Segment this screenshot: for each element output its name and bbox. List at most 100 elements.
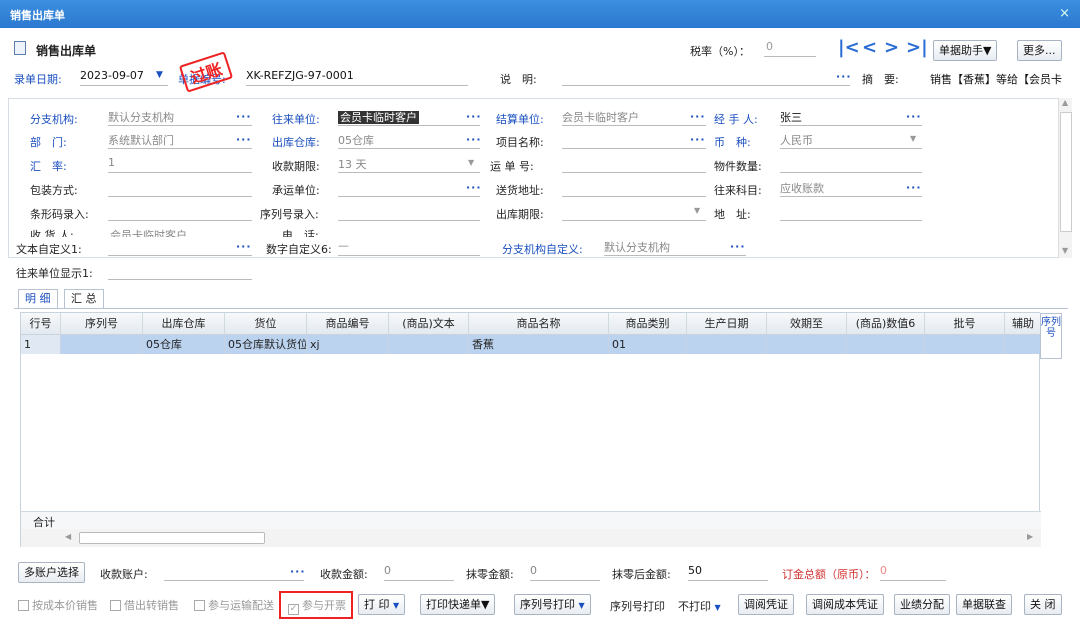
scroll-left-icon[interactable]: ◀: [65, 532, 71, 541]
checkbox-box[interactable]: [110, 600, 121, 611]
scroll-right-icon[interactable]: ▶: [1027, 532, 1033, 541]
col-header[interactable]: 货位: [225, 313, 307, 334]
address-input[interactable]: [562, 180, 706, 197]
dept-picker-icon[interactable]: ···: [236, 133, 252, 146]
col-header[interactable]: 行号: [21, 313, 61, 334]
textdef-input[interactable]: [108, 239, 252, 256]
col-header[interactable]: 效期至: [767, 313, 847, 334]
hscroll-thumb[interactable]: [79, 532, 265, 544]
settle-picker-icon[interactable]: ···: [690, 110, 706, 123]
col-header[interactable]: (商品)数值6: [847, 313, 925, 334]
close-icon[interactable]: ×: [1059, 6, 1070, 21]
col-header[interactable]: 商品类别: [609, 313, 687, 334]
prev-record-icon[interactable]: <: [862, 37, 877, 58]
perf-allocation-button[interactable]: 业绩分配: [894, 594, 950, 615]
serial-input[interactable]: [338, 204, 480, 221]
project-input[interactable]: [562, 132, 706, 149]
multi-account-button[interactable]: 多账户选择: [18, 562, 85, 583]
cost-sale-checkbox[interactable]: 按成本价销售: [18, 597, 98, 613]
scroll-up-icon[interactable]: ▲: [1062, 98, 1068, 107]
pieces-input[interactable]: [780, 156, 922, 173]
scroll-down-icon[interactable]: ▼: [1062, 246, 1068, 255]
branch-input[interactable]: 默认分支机构: [108, 109, 252, 126]
rate-input[interactable]: 1: [108, 156, 252, 173]
tax-input[interactable]: 0: [764, 40, 816, 57]
col-header[interactable]: 序列号: [61, 313, 143, 334]
date-input[interactable]: 2023-09-07: [80, 69, 168, 86]
outterm-select[interactable]: [562, 204, 706, 221]
tab-summary[interactable]: 汇 总: [64, 289, 104, 309]
last-record-icon[interactable]: >|: [906, 37, 928, 58]
receiver-input[interactable]: 会员卡临时客户: [110, 227, 187, 237]
chevron-down-icon[interactable]: ▼: [156, 70, 163, 80]
serial-side-button[interactable]: 序列号: [1040, 313, 1062, 359]
col-header[interactable]: 生产日期: [687, 313, 767, 334]
handler-input[interactable]: 张三: [780, 109, 922, 126]
summary-input[interactable]: 销售【香蕉】等给【会员卡: [930, 71, 1072, 87]
checkbox-box[interactable]: [194, 600, 205, 611]
textdef-picker-icon[interactable]: ···: [236, 240, 252, 253]
table-row[interactable]: 1 05仓库 05仓库默认货位 xj 香蕉 01: [21, 335, 1041, 354]
print-express-button[interactable]: 打印快递单▼: [420, 594, 496, 615]
col-header[interactable]: 商品编号: [307, 313, 389, 334]
grid-hscrollbar[interactable]: ◀ ▶: [21, 529, 1041, 547]
amount-input[interactable]: 0: [384, 564, 454, 581]
no-print-select[interactable]: 不打印 ▼: [678, 598, 721, 614]
pack-input[interactable]: [108, 180, 252, 197]
partnerdisp-input[interactable]: [108, 263, 252, 280]
dept-input[interactable]: 系统默认部门: [108, 132, 252, 149]
waybill-input[interactable]: [562, 156, 706, 173]
warehouse-picker-icon[interactable]: ···: [466, 133, 482, 146]
print-button[interactable]: 打 印 ▼: [358, 594, 406, 615]
barcode-input[interactable]: [108, 204, 252, 221]
serial-print-button[interactable]: 序列号打印 ▼: [514, 594, 591, 615]
addr-input[interactable]: [780, 204, 922, 221]
partner-input[interactable]: 会员卡临时客户: [338, 109, 480, 126]
warehouse-input[interactable]: 05仓库: [338, 132, 480, 149]
close-button[interactable]: 关 闭: [1024, 594, 1062, 615]
view-voucher-button[interactable]: 调阅凭证: [738, 594, 794, 615]
col-header[interactable]: 辅助: [1005, 313, 1041, 334]
chevron-down-icon[interactable]: ▼: [468, 158, 474, 167]
transport-checkbox[interactable]: 参与运输配送: [194, 597, 278, 613]
checkbox-box[interactable]: [18, 600, 29, 611]
branchdef-picker-icon[interactable]: ···: [730, 240, 746, 253]
branch-picker-icon[interactable]: ···: [236, 110, 252, 123]
desc-picker-icon[interactable]: ···: [836, 70, 852, 83]
account-picker-icon[interactable]: ···: [906, 181, 922, 194]
carrier-picker-icon[interactable]: ···: [466, 181, 482, 194]
borrow-checkbox[interactable]: 借出转销售: [110, 597, 179, 613]
zero-input[interactable]: 0: [530, 564, 600, 581]
next-record-icon[interactable]: >: [884, 37, 899, 58]
numdef-input[interactable]: —: [338, 239, 480, 256]
form-scrollbar[interactable]: ▲ ▼: [1058, 98, 1072, 258]
more-button[interactable]: 更多...: [1017, 40, 1062, 61]
doc-no-input[interactable]: XK-REFZJG-97-0001: [246, 69, 468, 86]
desc-input[interactable]: [562, 69, 850, 86]
currency-select[interactable]: 人民币: [780, 132, 922, 149]
branchdef-input[interactable]: 默认分支机构: [604, 239, 746, 256]
after-zero-input[interactable]: 50: [688, 564, 768, 581]
partner-picker-icon[interactable]: ···: [466, 110, 482, 123]
col-header[interactable]: 商品名称: [469, 313, 609, 334]
handler-picker-icon[interactable]: ···: [906, 110, 922, 123]
account-picker-icon[interactable]: ···: [290, 565, 306, 578]
first-record-icon[interactable]: |<: [838, 37, 860, 58]
col-header[interactable]: 出库仓库: [143, 313, 225, 334]
account-input[interactable]: [164, 564, 304, 581]
chevron-down-icon[interactable]: ▼: [694, 206, 700, 215]
term-select[interactable]: 13 天: [338, 156, 480, 173]
col-header[interactable]: (商品)文本: [389, 313, 469, 334]
doc-link-button[interactable]: 单据联查: [956, 594, 1012, 615]
pack-label: 包装方式:: [30, 184, 78, 197]
settle-input[interactable]: 会员卡临时客户: [562, 109, 706, 126]
carrier-input[interactable]: [338, 180, 480, 197]
account-input[interactable]: 应收账款: [780, 180, 922, 197]
view-cost-voucher-button[interactable]: 调阅成本凭证: [806, 594, 884, 615]
doc-helper-button[interactable]: 单据助手▼: [933, 40, 998, 61]
project-picker-icon[interactable]: ···: [690, 133, 706, 146]
chevron-down-icon[interactable]: ▼: [910, 134, 916, 143]
col-header[interactable]: 批号: [925, 313, 1005, 334]
scrollbar-thumb[interactable]: [1060, 112, 1072, 232]
tab-detail[interactable]: 明 细: [18, 289, 58, 309]
